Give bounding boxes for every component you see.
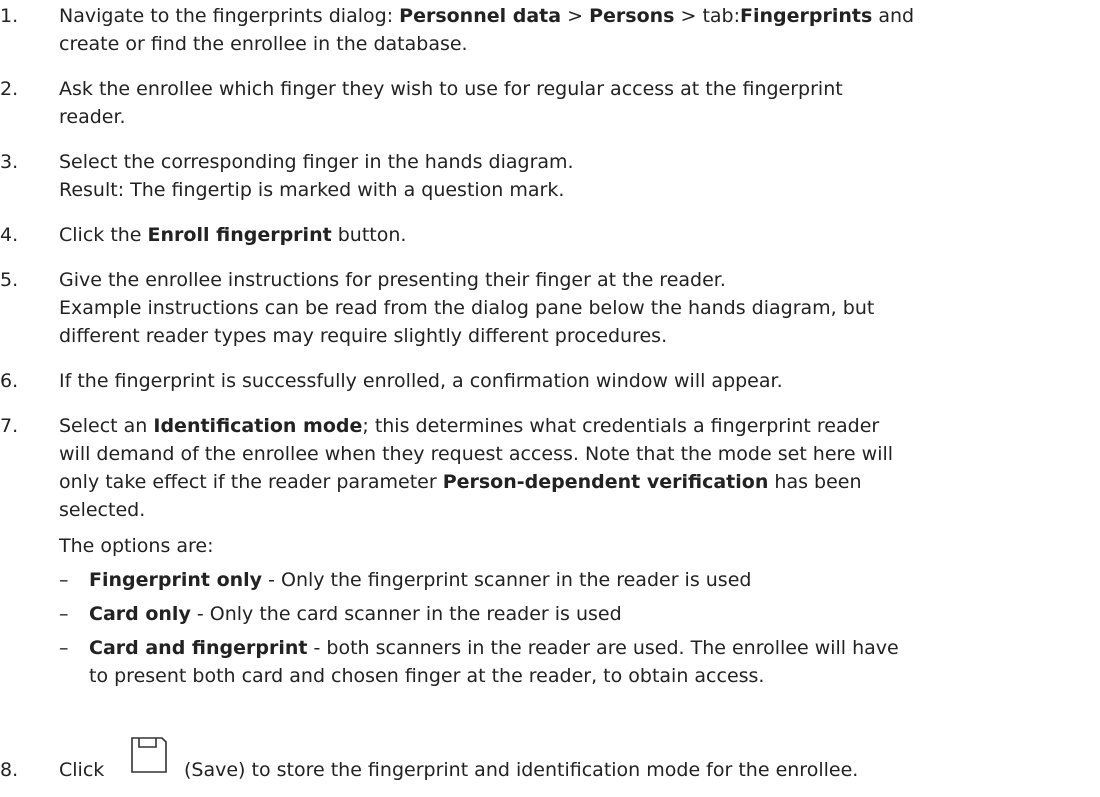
step-text: Select an Identification mode; this dete… — [59, 415, 880, 437]
bullet-dash: – — [59, 603, 69, 625]
step-text: Select the corresponding finger in the h… — [59, 151, 574, 173]
step-number: 3. — [0, 151, 19, 173]
option-desc: - both scanners in the reader are used. … — [307, 637, 899, 659]
option-desc: - Only the fingerprint scanner in the re… — [262, 569, 752, 591]
step-text: Give the enrollee instructions for prese… — [59, 269, 726, 291]
bullet-dash: – — [59, 637, 69, 659]
person-dependent-verification-label: Person-dependent verification — [442, 471, 769, 493]
step-number: 6. — [0, 370, 19, 392]
step-number: 7. — [0, 415, 19, 437]
option-name: Card and fingerprint — [89, 637, 308, 659]
step-text-save: (Save) to store the fingerprint and iden… — [184, 759, 859, 781]
nav-personnel-data: Personnel data — [399, 5, 562, 27]
step-text: Navigate to the fingerprints dialog: Per… — [59, 5, 915, 27]
step-number: 8. — [0, 759, 19, 781]
option-name: Card only — [89, 603, 191, 625]
enroll-fingerprint-label: Enroll fingerprint — [147, 224, 332, 246]
save-icon — [131, 737, 167, 773]
nav-fingerprints-tab: Fingerprints — [740, 5, 873, 27]
step-number: 5. — [0, 269, 19, 291]
step-text: If the fingerprint is successfully enrol… — [59, 370, 783, 392]
bullet-dash: – — [59, 569, 69, 591]
step-text: Click the Enroll fingerprint button. — [59, 224, 407, 246]
step-number: 4. — [0, 224, 19, 246]
step-number: 1. — [0, 5, 19, 27]
step-text: Ask the enrollee which finger they wish … — [59, 78, 843, 100]
step-number: 2. — [0, 78, 19, 100]
nav-persons: Persons — [589, 5, 675, 27]
identification-mode-label: Identification mode — [153, 415, 363, 437]
option-desc: - Only the card scanner in the reader is… — [190, 603, 622, 625]
option-name: Fingerprint only — [89, 569, 263, 591]
step-text-click: Click — [59, 759, 105, 781]
